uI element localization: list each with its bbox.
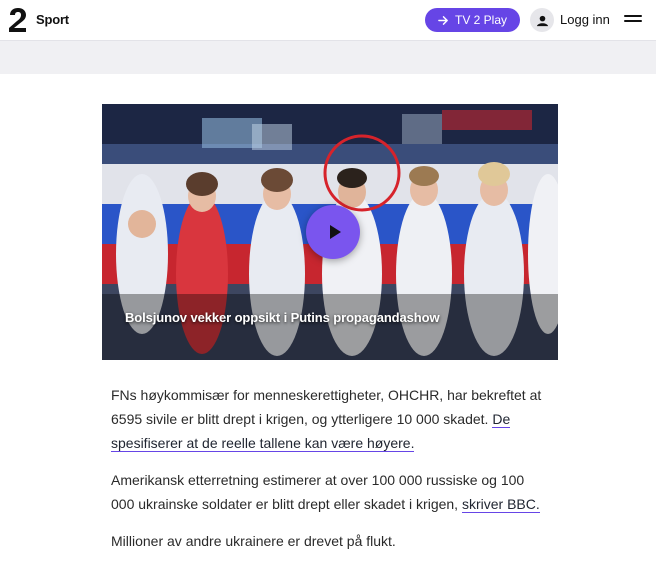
paragraph-1-text: FNs høykommisær for menneskerettigheter,… [111, 387, 542, 427]
user-avatar[interactable] [530, 8, 554, 32]
user-icon [536, 15, 548, 26]
video-player[interactable]: Bolsjunov vekker oppsikt i Putins propag… [102, 104, 558, 360]
video-title: Bolsjunov vekker oppsikt i Putins propag… [125, 310, 440, 325]
tv2-play-label: TV 2 Play [454, 13, 508, 27]
play-icon [329, 225, 341, 239]
article-paragraph-2: Amerikansk etterretning estimerer at ove… [111, 468, 547, 516]
tv2-logo-icon[interactable] [8, 7, 28, 33]
ad-placeholder-band [0, 41, 656, 74]
video-play-button[interactable] [306, 205, 360, 259]
bbc-link[interactable]: skriver BBC. [461, 496, 540, 513]
top-navigation-bar: Sport TV 2 Play Logg inn [0, 0, 656, 41]
login-link[interactable]: Logg inn [560, 12, 610, 27]
section-link-sport[interactable]: Sport [36, 12, 69, 27]
hamburger-menu-icon[interactable] [624, 15, 644, 27]
arrow-right-icon [438, 15, 448, 25]
article-paragraph-3: Millioner av andre ukrainere er drevet p… [111, 533, 396, 549]
article-body: FNs høykommisær for menneskerettigheter,… [111, 383, 547, 563]
tv2-play-button[interactable]: TV 2 Play [425, 8, 520, 32]
article-paragraph-1: FNs høykommisær for menneskerettigheter,… [111, 383, 547, 455]
